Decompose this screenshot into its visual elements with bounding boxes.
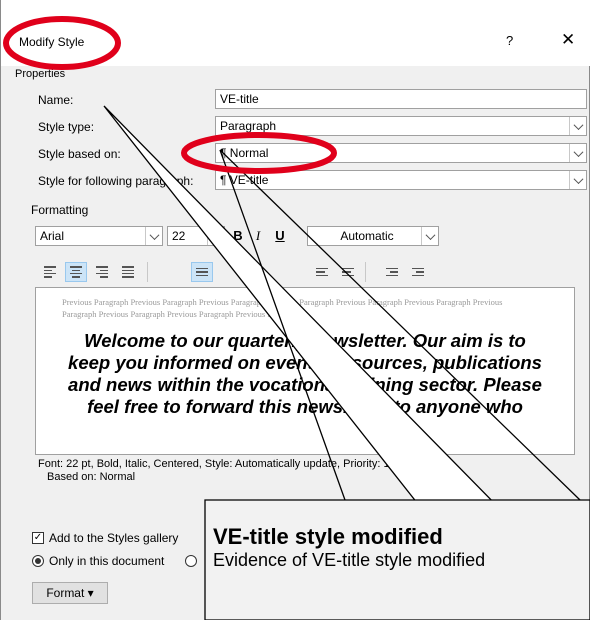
callout-text: VE-title style modified Evidence of VE-t… bbox=[213, 524, 590, 571]
callout-subtitle: Evidence of VE-title style modified bbox=[213, 550, 486, 570]
callout-pointer-line-left bbox=[219, 149, 346, 501]
highlight-ellipse-title bbox=[3, 16, 121, 70]
highlight-ellipse-based-on bbox=[181, 132, 337, 174]
callout-title: VE-title style modified bbox=[213, 524, 443, 549]
